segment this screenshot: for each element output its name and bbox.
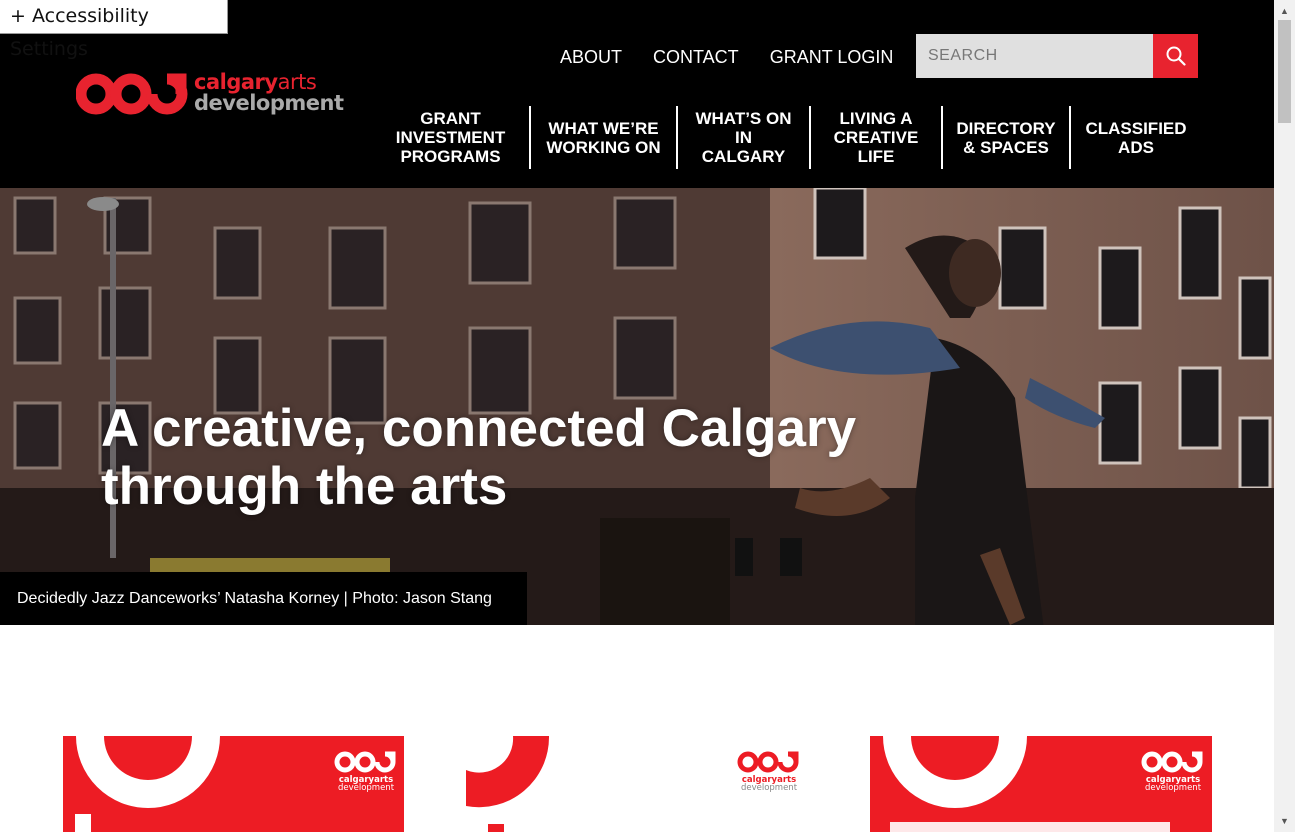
grant-login-link[interactable]: GRANT LOGIN xyxy=(770,46,894,68)
nav-directory-spaces[interactable]: DIRECTORY & SPACES xyxy=(943,106,1071,169)
scroll-down-icon[interactable]: ▼ xyxy=(1274,812,1295,830)
nav-whats-on-in-calgary[interactable]: WHAT’S ON IN CALGARY xyxy=(678,106,811,169)
nav-what-were-working-on[interactable]: WHAT WE’RE WORKING ON xyxy=(531,106,678,169)
page-scrollbar[interactable]: ▲ ▼ xyxy=(1274,0,1295,832)
photo-caption: Decidedly Jazz Danceworks’ Natasha Korne… xyxy=(0,572,527,625)
card-3-logo-text: calgaryarts development xyxy=(1144,775,1202,793)
card-2-logo: calgaryarts development xyxy=(734,748,804,794)
scrollbar-thumb[interactable] xyxy=(1278,20,1291,123)
nav-grant-investment-programs[interactable]: GRANT INVESTMENT PROGRAMS xyxy=(372,106,531,169)
site-logo[interactable]: calgaryarts development xyxy=(75,70,344,120)
card-logo-mark-icon xyxy=(1141,751,1203,773)
main-nav: GRANT INVESTMENT PROGRAMS WHAT WE’RE WORKIN… xyxy=(372,106,1201,169)
feature-card-1[interactable]: calgaryarts development xyxy=(63,736,404,832)
search-input[interactable] xyxy=(916,34,1153,78)
search-button[interactable] xyxy=(1153,34,1198,78)
about-link[interactable]: ABOUT xyxy=(560,46,622,68)
hero-heading-line-1: A creative, connected Calgary xyxy=(101,399,857,458)
utility-nav: ABOUT CONTACT GRANT LOGIN xyxy=(560,46,924,68)
scroll-up-icon[interactable]: ▲ xyxy=(1274,2,1295,20)
nav-living-a-creative-life[interactable]: LIVING A CREATIVE LIFE xyxy=(811,106,943,169)
feature-cards: calgaryarts development calgaryarts deve… xyxy=(0,736,1274,832)
card-2-logo-text: calgaryarts development xyxy=(740,775,798,793)
logo-mark-icon xyxy=(75,73,188,115)
card-3-logo: calgaryarts development xyxy=(1138,748,1208,794)
accessibility-settings-button[interactable]: + Accessibility Settings xyxy=(0,0,228,60)
feature-card-3[interactable]: calgaryarts development xyxy=(870,736,1212,832)
hero-banner: A creative, connected Calgary through th… xyxy=(0,188,1274,625)
card-logo-mark-icon xyxy=(737,751,799,773)
logo-wordmark: calgaryarts development xyxy=(194,72,344,115)
card-1-logo-text: calgaryarts development xyxy=(337,775,395,793)
feature-card-2[interactable]: calgaryarts development xyxy=(466,736,807,832)
search-icon xyxy=(1166,46,1186,66)
hero-heading-line-2: through the arts xyxy=(101,457,508,516)
card-1-logo: calgaryarts development xyxy=(331,748,401,794)
contact-link[interactable]: CONTACT xyxy=(653,46,739,68)
card-logo-mark-icon xyxy=(334,751,396,773)
logo-word-development: development xyxy=(194,91,344,115)
nav-classified-ads[interactable]: CLASSIFIED ADS xyxy=(1071,106,1201,169)
hero-heading: A creative, connected Calgary through th… xyxy=(101,400,1001,516)
